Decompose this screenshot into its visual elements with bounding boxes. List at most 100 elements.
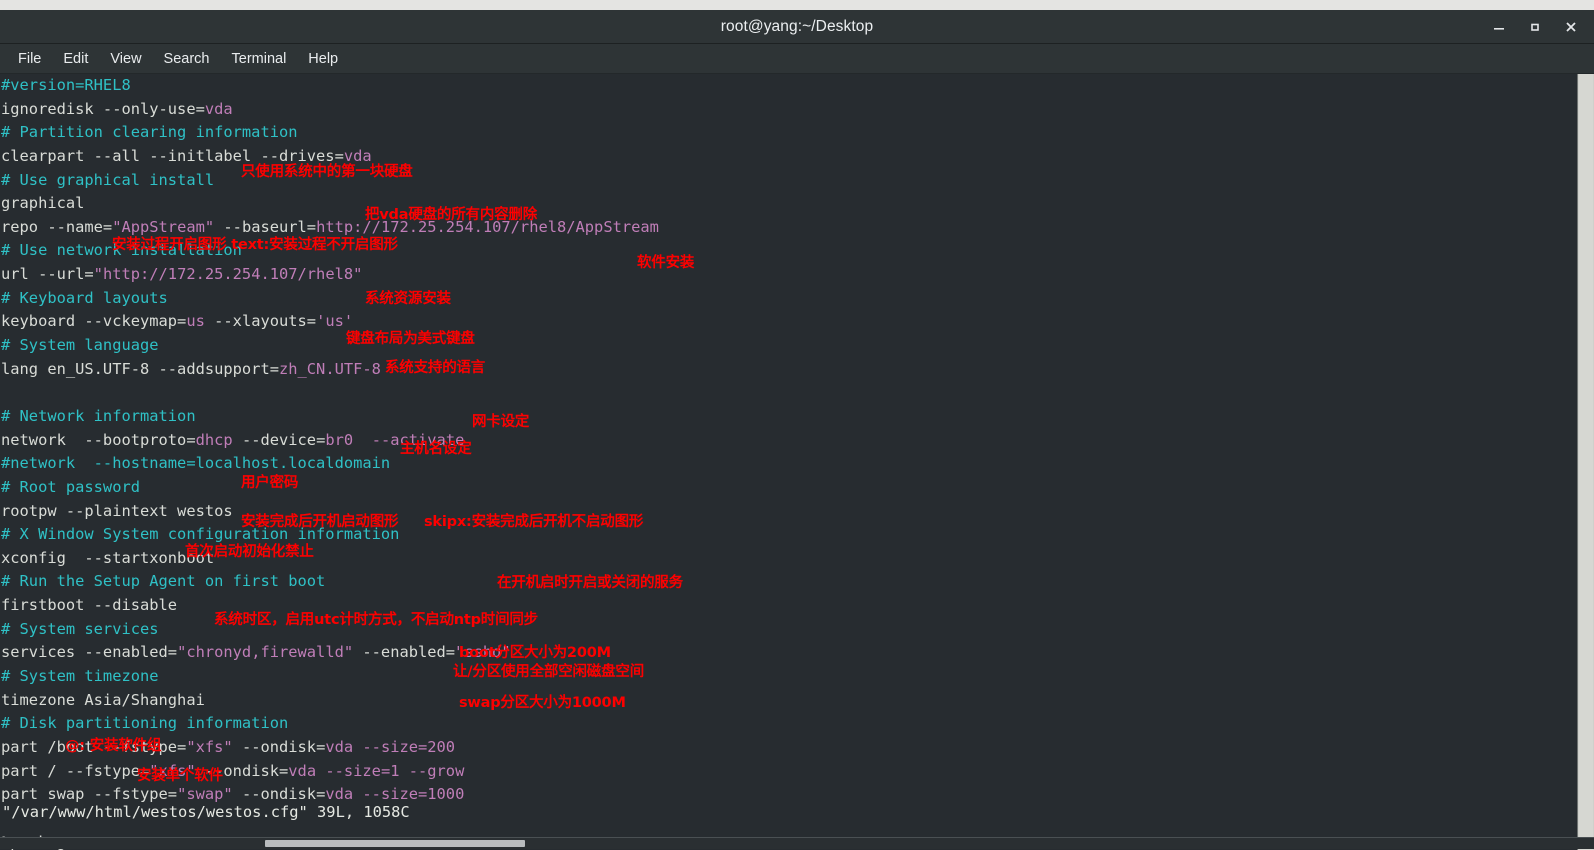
vim-text-span: #version=RHEL8 bbox=[1, 76, 131, 94]
vim-text-span: part swap --fstype= bbox=[1, 785, 177, 803]
menu-bar: FileEditViewSearchTerminalHelp bbox=[0, 44, 1594, 74]
annotation-label: 系统时区，启用utc计时方式，不启动ntp时间同步 bbox=[214, 613, 538, 628]
vim-text-span: firstboot --disable bbox=[1, 596, 177, 614]
annotation-label: 把vda硬盘的所有内容删除 bbox=[365, 208, 537, 223]
vim-text-span: lang en_US.UTF-8 --addsupport= bbox=[1, 360, 279, 378]
menu-item-edit[interactable]: Edit bbox=[52, 48, 99, 70]
vim-line: # Keyboard layouts bbox=[0, 287, 1578, 311]
vim-text-span: # System timezone bbox=[1, 667, 159, 685]
vim-text-span: #network --hostname=localhost.localdomai… bbox=[1, 454, 390, 472]
maximize-button[interactable] bbox=[1518, 12, 1552, 42]
vim-text-span: # Network information bbox=[1, 407, 196, 425]
vim-line: # Use graphical install bbox=[0, 169, 1578, 193]
vim-text-span: graphical bbox=[1, 194, 84, 212]
vim-text-span: us bbox=[186, 312, 205, 330]
vim-text-span: dhcp bbox=[196, 431, 233, 449]
title-bar[interactable]: root@yang:~/Desktop bbox=[0, 10, 1594, 44]
vim-line: clearpart --all --initlabel --drives=vda bbox=[0, 145, 1578, 169]
vim-text-span: xconfig --startxonboot bbox=[1, 549, 214, 567]
vim-text-span: # Use graphical install bbox=[1, 171, 214, 189]
vim-text-span: repo --name= bbox=[1, 218, 112, 236]
vim-text-span: --device= bbox=[233, 431, 326, 449]
minimize-button[interactable] bbox=[1482, 12, 1516, 42]
vim-text-span: url --url= bbox=[1, 265, 94, 283]
vim-text-span: timezone Asia/Shanghai bbox=[1, 691, 205, 709]
annotation-label: boot分区大小为200M bbox=[459, 646, 611, 661]
horizontal-scrollbar[interactable] bbox=[0, 837, 1594, 849]
horizontal-scrollbar-thumb[interactable] bbox=[265, 840, 525, 847]
vim-text-span: --xlayouts= bbox=[205, 312, 316, 330]
vim-line: network --bootproto=dhcp --device=br0 --… bbox=[0, 429, 1578, 453]
vim-line: lang en_US.UTF-8 --addsupport=zh_CN.UTF-… bbox=[0, 358, 1578, 382]
annotation-label: 安装完成后开机启动图形 bbox=[241, 515, 398, 530]
annotation-label: 系统支持的语言 bbox=[385, 361, 485, 376]
annotation-label: 首次启动初始化禁止 bbox=[185, 545, 314, 560]
annotation-label: 安装过程开启图形 text:安装过程不开启图形 bbox=[112, 238, 398, 253]
annotation-label: 在开机启时开启或关闭的服务 bbox=[497, 576, 683, 591]
vim-line: graphical bbox=[0, 192, 1578, 216]
vim-text-span: # System services bbox=[1, 620, 159, 638]
vertical-scrollbar[interactable] bbox=[1577, 74, 1594, 850]
vim-line: timezone Asia/Shanghai bbox=[0, 689, 1578, 713]
menu-item-terminal[interactable]: Terminal bbox=[221, 48, 298, 70]
vim-line: # Disk partitioning information bbox=[0, 712, 1578, 736]
annotation-label: 用户密码 bbox=[241, 476, 298, 491]
vim-line: keyboard --vckeymap=us --xlayouts='us' bbox=[0, 310, 1578, 334]
annotation-label: 网卡设定 bbox=[472, 415, 529, 430]
vim-text-span: --enabled= bbox=[353, 643, 455, 661]
menu-item-search[interactable]: Search bbox=[153, 48, 221, 70]
vim-line bbox=[0, 381, 1578, 405]
vim-line: repo --name="AppStream" --baseurl=http:/… bbox=[0, 216, 1578, 240]
annotation-label: @: 安装软件组 bbox=[65, 739, 161, 754]
vim-text-span: vda --size=1000 bbox=[325, 785, 464, 803]
maximize-icon bbox=[1528, 20, 1542, 34]
vim-file-status-line: "/var/www/html/westos/westos.cfg" 39L, 1… bbox=[1, 803, 410, 827]
menu-item-view[interactable]: View bbox=[99, 48, 152, 70]
vim-text-span: br0 bbox=[325, 431, 353, 449]
vim-text-span: # Run the Setup Agent on first boot bbox=[1, 572, 325, 590]
annotation-label: 键盘布局为美式键盘 bbox=[346, 332, 475, 347]
vim-text-span: # Partition clearing information bbox=[1, 123, 298, 141]
annotation-label: 安装单个软件 bbox=[137, 769, 223, 784]
close-icon bbox=[1564, 20, 1578, 34]
vim-text-span: keyboard --vckeymap= bbox=[1, 312, 186, 330]
vim-text-span: --ondisk= bbox=[233, 738, 326, 756]
vim-line: # Partition clearing information bbox=[0, 121, 1578, 145]
vim-line: #network --hostname=localhost.localdomai… bbox=[0, 452, 1578, 476]
vim-line: url --url="http://172.25.254.107/rhel8" bbox=[0, 263, 1578, 287]
vim-text-span: part / --fstype= bbox=[1, 762, 149, 780]
vim-text-span: "http://172.25.254.107/rhel8" bbox=[94, 265, 363, 283]
vim-line: services --enabled="chronyd,firewalld" -… bbox=[0, 641, 1578, 665]
vim-text-span: vda --size=200 bbox=[325, 738, 455, 756]
vim-text-screen[interactable]: #version=RHEL8ignoredisk --only-use=vda#… bbox=[0, 74, 1578, 850]
minimize-icon bbox=[1492, 20, 1506, 34]
vim-text-span: "chronyd,firewalld" bbox=[177, 643, 353, 661]
vim-text-span: 'us' bbox=[316, 312, 353, 330]
window-title: root@yang:~/Desktop bbox=[721, 18, 873, 36]
vim-line: rootpw --plaintext westos bbox=[0, 500, 1578, 524]
vim-text-span: ignoredisk --only-use= bbox=[1, 100, 205, 118]
vim-line: part / --fstype="xfs" --ondisk=vda --siz… bbox=[0, 760, 1578, 784]
vim-line: # Run the Setup Agent on first boot bbox=[0, 570, 1578, 594]
vim-line: # System language bbox=[0, 334, 1578, 358]
vim-line: #version=RHEL8 bbox=[0, 74, 1578, 98]
vim-text-span: # Disk partitioning information bbox=[1, 714, 288, 732]
menu-item-file[interactable]: File bbox=[7, 48, 52, 70]
annotation-label: 只使用系统中的第一块硬盘 bbox=[241, 165, 413, 180]
vim-line: # System timezone bbox=[0, 665, 1578, 689]
vim-text-span: vda --size=1 --grow bbox=[288, 762, 464, 780]
annotation-label: 软件安装 bbox=[637, 256, 694, 271]
vim-text-span: network --bootproto= bbox=[1, 431, 196, 449]
close-button[interactable] bbox=[1554, 12, 1588, 42]
vim-text-span: clearpart --all --initlabel --drives= bbox=[1, 147, 344, 165]
menu-item-help[interactable]: Help bbox=[297, 48, 349, 70]
terminal-body[interactable]: #version=RHEL8ignoredisk --only-use=vda#… bbox=[0, 74, 1594, 850]
vertical-scrollbar-thumb[interactable] bbox=[1579, 74, 1593, 850]
vim-line: # Root password bbox=[0, 476, 1578, 500]
vim-text-span: --baseurl= bbox=[214, 218, 316, 236]
vim-text-span: # Keyboard layouts bbox=[1, 289, 168, 307]
vim-text-span: # Root password bbox=[1, 478, 140, 496]
annotation-label: swap分区大小为1000M bbox=[459, 696, 626, 711]
vim-line: part /boot --fstype="xfs" --ondisk=vda -… bbox=[0, 736, 1578, 760]
vim-line: ignoredisk --only-use=vda bbox=[0, 98, 1578, 122]
